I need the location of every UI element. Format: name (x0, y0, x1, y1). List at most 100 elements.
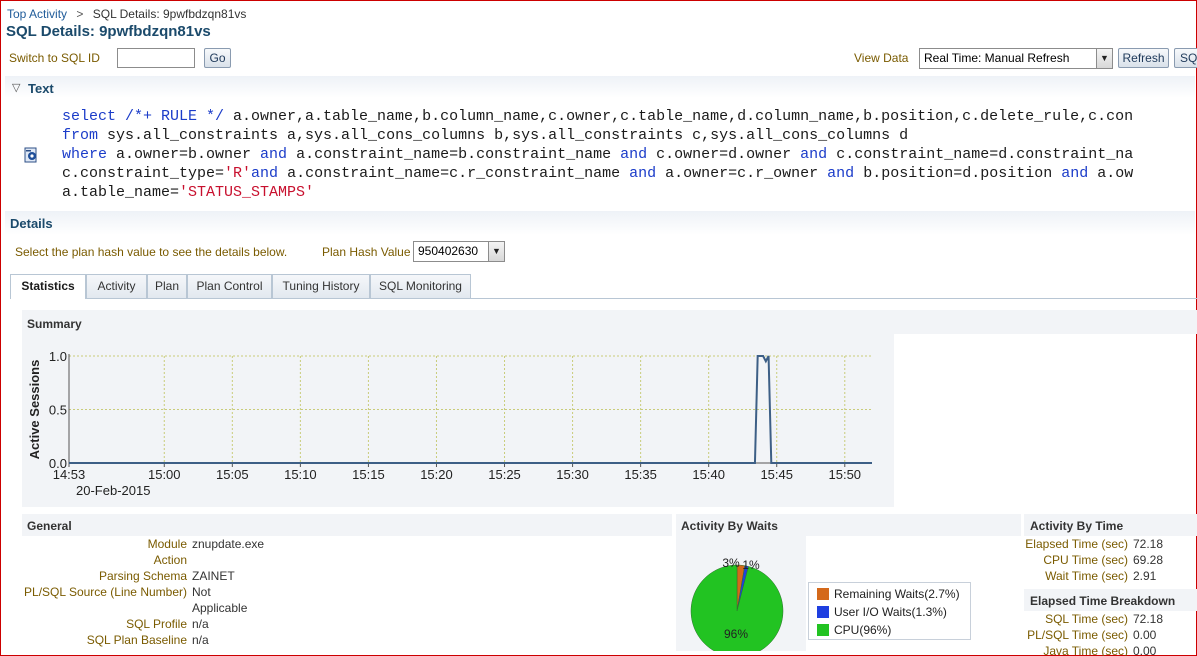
general-row-value: n/a (192, 617, 209, 631)
x-tick-label: 15:20 (420, 467, 453, 482)
plan-hash-label: Plan Hash Value (322, 245, 411, 259)
time-row-label: SQL Time (sec) (1045, 612, 1128, 626)
tab-bar-line (10, 298, 1197, 299)
general-row-label: SQL Profile (126, 617, 187, 631)
general-header-band (22, 514, 672, 536)
activity-time-title: Activity By Time (1030, 519, 1124, 533)
plan-hint-text: Select the plan hash value to see the de… (15, 245, 288, 259)
tab-statistics[interactable]: Statistics (10, 274, 86, 299)
time-row-label: Elapsed Time (sec) (1025, 537, 1128, 551)
sql-id-input[interactable] (117, 48, 195, 68)
breadcrumb-top-activity-link[interactable]: Top Activity (7, 7, 67, 21)
active-sessions-chart: 0.00.51.014:53 15:00 15:05 15:10 15:15 15:20 1… (27, 349, 872, 498)
y-axis-label: Active Sessions (27, 360, 42, 460)
sql-worksheet-icon[interactable] (23, 147, 39, 163)
sql-token: a.owner=c.r_owner (656, 165, 828, 182)
x-tick-label: 15:15 (352, 467, 385, 482)
tab-sql-monitoring[interactable]: SQL Monitoring (370, 274, 471, 298)
collapse-triangle-icon[interactable]: ▽ (12, 81, 20, 94)
sql-token: a.owner,a.table_name,b.column_name,c.own… (224, 108, 1134, 125)
summary-header-band (22, 310, 1197, 334)
sql-line-2: from sys.all_constraints a,sys.all_cons_… (62, 127, 908, 144)
y-tick-label: 1.0 (49, 349, 67, 364)
sql-token: and (620, 146, 648, 163)
tab-activity[interactable]: Activity (86, 274, 147, 298)
summary-title: Summary (27, 317, 82, 331)
sql-token: 'R' (224, 165, 252, 182)
y-tick-label: 0.5 (49, 403, 67, 418)
time-row-value: 0.00 (1133, 644, 1157, 656)
breadcrumb: Top Activity > SQL Details: 9pwfbdzqn81v… (7, 7, 246, 21)
general-row-label: Module (147, 537, 187, 551)
x-tick-label: 14:53 (53, 467, 86, 482)
view-data-select[interactable]: Real Time: Manual Refresh ▼ (919, 48, 1113, 69)
details-header (5, 211, 1195, 235)
plan-hash-select[interactable]: 950402630 ▼ (413, 241, 505, 262)
x-tick-label: 15:50 (829, 467, 862, 482)
sql-token: and (260, 146, 288, 163)
sql-token: c.constraint_name=d.constraint_na (827, 146, 1134, 163)
refresh-button[interactable]: Refresh (1118, 48, 1169, 68)
sql-token: and (1061, 165, 1089, 182)
sql-token: c.constraint_type= (62, 165, 225, 182)
time-row-label: Wait Time (sec) (1045, 569, 1128, 583)
time-row-value: 2.91 (1133, 569, 1157, 583)
legend-label: User I/O Waits(1.3%) (834, 605, 947, 619)
sql-button-partial[interactable]: SQ (1174, 48, 1197, 68)
sql-token: where (62, 146, 108, 163)
chevron-down-icon: ▼ (1096, 49, 1112, 68)
sql-token: from (62, 127, 99, 144)
general-title: General (27, 519, 72, 533)
sql-token: and (827, 165, 855, 182)
tab-plan[interactable]: Plan (147, 274, 187, 298)
x-tick-label: 15:25 (488, 467, 521, 482)
sql-token: sys.all_constraints a,sys.all_cons_colum… (98, 127, 909, 144)
pie-slice-label: 3% (722, 556, 740, 570)
sql-token: select /*+ RULE */ (62, 108, 225, 125)
general-row-value: Applicable (192, 601, 248, 615)
view-data-selected: Real Time: Manual Refresh (924, 51, 1070, 65)
page-title: SQL Details: 9pwfbdzqn81vs (6, 23, 211, 40)
view-data-label: View Data (854, 51, 909, 65)
x-tick-label: 15:00 (148, 467, 181, 482)
sql-line-3: where a.owner=b.owner and a.constraint_n… (62, 146, 1133, 163)
sql-token: c.owner=d.owner (647, 146, 801, 163)
time-row-value: 69.28 (1133, 553, 1164, 567)
time-row-value: 72.18 (1133, 537, 1164, 551)
legend-swatch (817, 606, 829, 618)
x-tick-label: 15:35 (624, 467, 657, 482)
x-tick-label: 15:05 (216, 467, 249, 482)
legend-swatch (817, 588, 829, 600)
sql-token: and (800, 146, 828, 163)
time-row-label: PL/SQL Time (sec) (1027, 628, 1128, 642)
general-row-label: SQL Plan Baseline (86, 633, 187, 647)
breadcrumb-separator: > (76, 7, 84, 21)
general-row-label: Action (153, 553, 187, 567)
switch-sql-id-label: Switch to SQL ID (9, 51, 100, 65)
sql-line-5: a.table_name='STATUS_STAMPS' (62, 184, 314, 201)
pie-slice-label: 96% (724, 627, 748, 641)
sql-token: a.constraint_name=c.r_constraint_name (278, 165, 630, 182)
sql-token: and (251, 165, 279, 182)
pie-slice-label: 1% (742, 558, 760, 572)
text-section-title: Text (28, 81, 54, 96)
sql-token: and (629, 165, 657, 182)
x-tick-label: 15:30 (556, 467, 589, 482)
sql-token: a.constraint_name=b.constraint_name (287, 146, 621, 163)
sql-token: 'STATUS_STAMPS' (179, 184, 315, 201)
sql-token: a.owner=b.owner (107, 146, 261, 163)
breadcrumb-current: SQL Details: 9pwfbdzqn81vs (92, 7, 247, 21)
time-row-value: 72.18 (1133, 612, 1164, 626)
general-row-value: Not (192, 585, 211, 599)
text-section-header (5, 76, 1195, 98)
x-tick-label: 15:45 (760, 467, 793, 482)
details-title: Details (10, 216, 53, 231)
waits-pie-chart: 3% 1% 96% (690, 556, 784, 651)
tab-plan-control[interactable]: Plan Control (187, 274, 272, 298)
x-tick-label: 15:40 (692, 467, 725, 482)
tab-tuning-history[interactable]: Tuning History (272, 274, 370, 298)
general-row-label: Parsing Schema (98, 569, 187, 583)
time-row-value: 0.00 (1133, 628, 1157, 642)
time-row-label: CPU Time (sec) (1043, 553, 1128, 567)
go-button[interactable]: Go (204, 48, 231, 68)
